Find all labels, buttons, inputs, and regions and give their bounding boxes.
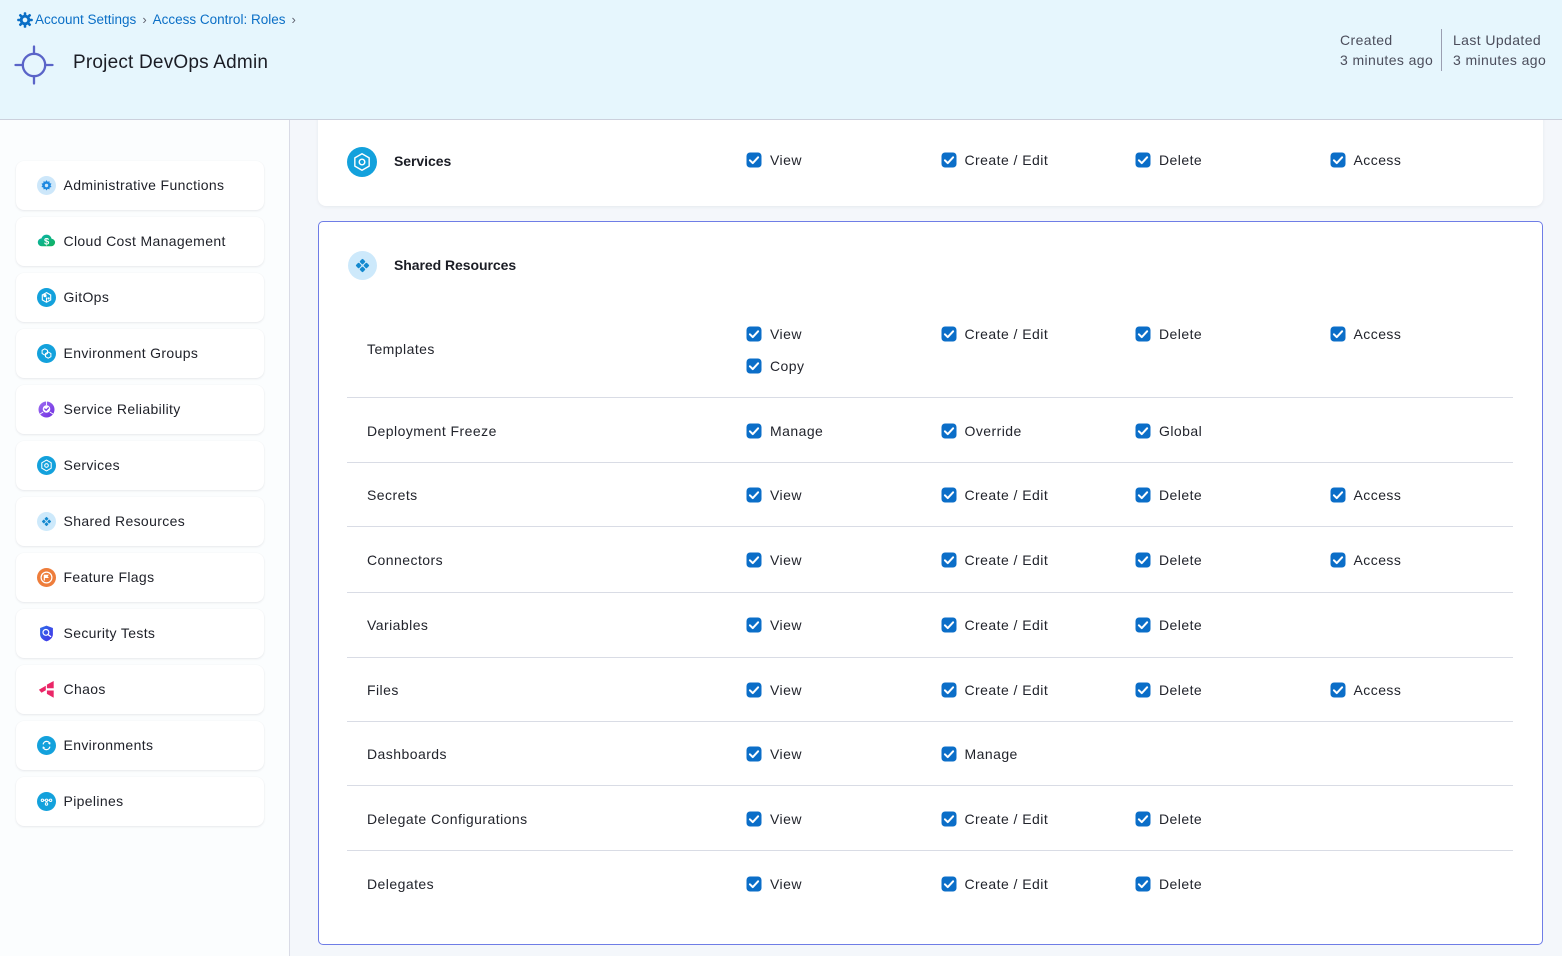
svg-text:$: $ (43, 235, 49, 246)
